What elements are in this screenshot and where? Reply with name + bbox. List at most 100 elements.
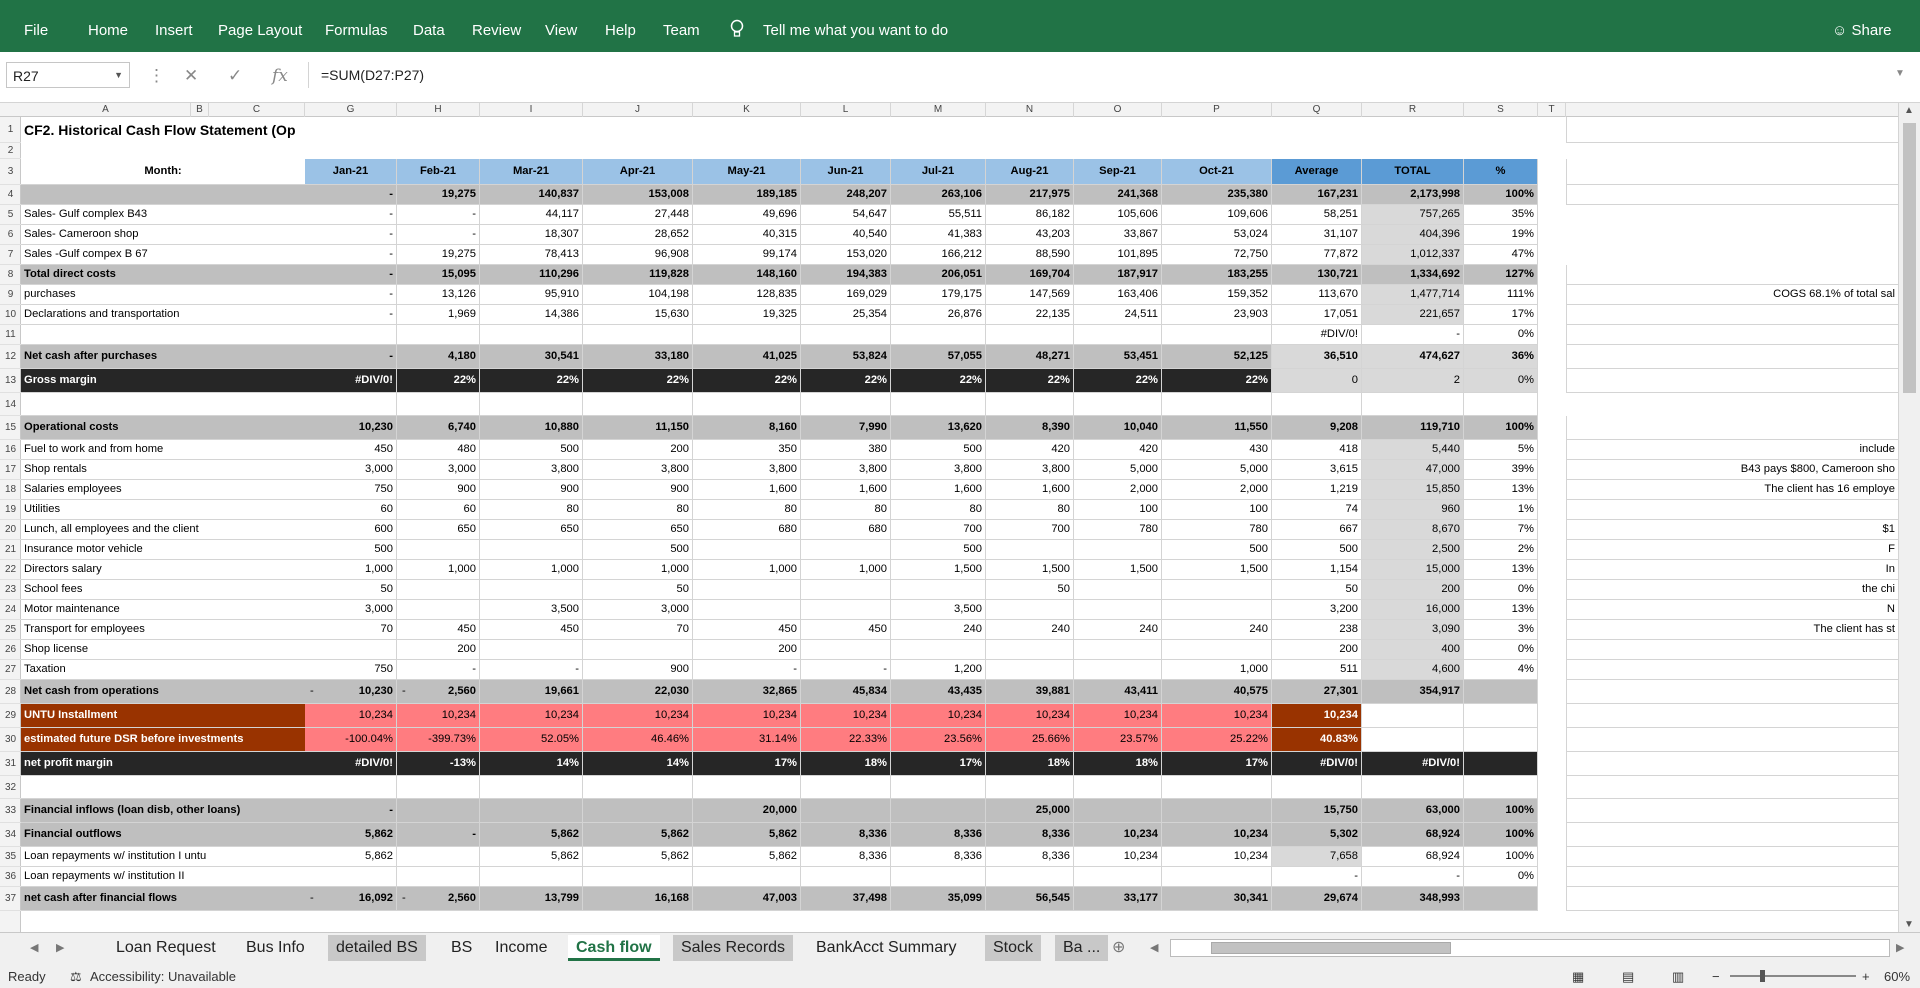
data-cell[interactable]: 1,600 (986, 480, 1074, 500)
data-cell[interactable]: 13,126 (397, 285, 480, 305)
data-cell[interactable]: 17,051 (1272, 305, 1362, 325)
data-cell[interactable] (1162, 580, 1272, 600)
note-cell[interactable]: $1 (1566, 520, 1898, 540)
data-cell[interactable]: 10,040 (1074, 416, 1162, 440)
data-cell[interactable]: 10,234 (891, 704, 986, 728)
data-cell[interactable]: 54,647 (801, 205, 891, 225)
tab-bs[interactable]: BS (443, 935, 480, 961)
row-label[interactable]: Gross margin (21, 369, 305, 393)
data-cell[interactable]: 147,569 (986, 285, 1074, 305)
data-cell[interactable] (891, 799, 986, 823)
row-header[interactable]: 21 (0, 540, 21, 560)
data-cell[interactable] (801, 640, 891, 660)
data-cell[interactable]: 10,234 (1074, 823, 1162, 847)
data-cell[interactable]: 37,498 (801, 887, 891, 911)
data-cell[interactable]: 183,255 (1162, 265, 1272, 285)
data-cell[interactable] (583, 325, 693, 345)
data-cell[interactable]: 750 (305, 480, 397, 500)
row-label[interactable]: Lunch, all employees and the client (21, 520, 305, 540)
data-cell[interactable] (801, 600, 891, 620)
data-cell[interactable]: 33,867 (1074, 225, 1162, 245)
data-cell[interactable]: 500 (1162, 540, 1272, 560)
data-cell[interactable]: 3,500 (891, 600, 986, 620)
note-cell[interactable] (1566, 887, 1898, 911)
data-cell[interactable]: 15,750 (1272, 799, 1362, 823)
data-cell[interactable]: 1,600 (801, 480, 891, 500)
row-header[interactable]: 36 (0, 867, 21, 887)
data-cell[interactable]: 1,200 (891, 660, 986, 680)
data-cell[interactable]: 10,234 (397, 704, 480, 728)
row-label[interactable]: Net cash from operations (21, 680, 305, 704)
data-cell[interactable]: - (801, 660, 891, 680)
data-cell[interactable]: 3,500 (480, 600, 583, 620)
data-cell[interactable]: 47,003 (693, 887, 801, 911)
data-cell[interactable]: 101,895 (1074, 245, 1162, 265)
menu-review[interactable]: Review (472, 22, 521, 39)
row-label[interactable]: Transport for employees (21, 620, 305, 640)
data-cell[interactable]: 1,000 (801, 560, 891, 580)
row-header[interactable]: 19 (0, 500, 21, 520)
data-cell[interactable]: 511 (1272, 660, 1362, 680)
tab-bankacct-summary[interactable]: BankAcct Summary (808, 935, 964, 961)
data-cell[interactable]: 189,185 (693, 185, 801, 205)
note-cell[interactable] (1566, 728, 1898, 752)
data-cell[interactable]: 25.22% (1162, 728, 1272, 752)
menu-view[interactable]: View (545, 22, 577, 39)
data-cell[interactable]: 95,910 (480, 285, 583, 305)
data-cell[interactable]: 50 (583, 580, 693, 600)
data-cell[interactable] (583, 640, 693, 660)
data-cell[interactable] (801, 393, 891, 416)
column-header[interactable]: M (891, 103, 986, 117)
data-cell[interactable] (1074, 393, 1162, 416)
data-cell[interactable]: 80 (480, 500, 583, 520)
data-cell[interactable]: 80 (891, 500, 986, 520)
data-cell[interactable]: 36,510 (1272, 345, 1362, 369)
hscroll-thumb[interactable] (1211, 942, 1451, 954)
data-cell[interactable]: 30,341 (1162, 887, 1272, 911)
data-cell[interactable]: 53,824 (801, 345, 891, 369)
data-cell[interactable]: 29,674 (1272, 887, 1362, 911)
data-cell[interactable]: - (305, 185, 397, 205)
data-cell[interactable]: 88,590 (986, 245, 1074, 265)
data-cell[interactable]: 5,862 (480, 823, 583, 847)
data-cell[interactable]: 26,876 (891, 305, 986, 325)
data-cell[interactable]: 474,627 (1362, 345, 1464, 369)
data-cell[interactable]: 17% (1162, 752, 1272, 776)
data-cell[interactable]: 127% (1464, 265, 1538, 285)
row-header[interactable]: 31 (0, 752, 21, 776)
data-cell[interactable]: 8,336 (891, 823, 986, 847)
data-cell[interactable] (1162, 776, 1272, 799)
data-cell[interactable]: 200 (583, 440, 693, 460)
row-header[interactable]: 9 (0, 285, 21, 305)
menu-home[interactable]: Home (88, 22, 128, 39)
row-label[interactable] (21, 776, 305, 799)
data-cell[interactable]: 1,219 (1272, 480, 1362, 500)
data-cell[interactable] (1362, 776, 1464, 799)
data-cell[interactable]: 200 (693, 640, 801, 660)
data-cell[interactable]: - (305, 305, 397, 325)
data-cell[interactable]: 7,990 (801, 416, 891, 440)
data-cell[interactable]: - (305, 285, 397, 305)
data-cell[interactable]: 100% (1464, 416, 1538, 440)
data-cell[interactable] (1464, 728, 1538, 752)
data-cell[interactable]: 187,917 (1074, 265, 1162, 285)
data-cell[interactable]: 16,168 (583, 887, 693, 911)
row-header[interactable]: 30 (0, 728, 21, 752)
data-cell[interactable]: 5,862 (583, 847, 693, 867)
data-cell[interactable]: 100% (1464, 823, 1538, 847)
row-header[interactable]: 25 (0, 620, 21, 640)
data-cell[interactable]: 8,336 (891, 847, 986, 867)
data-cell[interactable]: 18,307 (480, 225, 583, 245)
data-cell[interactable]: 19,325 (693, 305, 801, 325)
data-cell[interactable] (986, 393, 1074, 416)
data-cell[interactable]: 10,234 (801, 704, 891, 728)
data-cell[interactable]: 0% (1464, 640, 1538, 660)
column-header[interactable]: L (801, 103, 891, 117)
data-cell[interactable]: 32,865 (693, 680, 801, 704)
data-cell[interactable] (891, 867, 986, 887)
data-cell[interactable]: 15,095 (397, 265, 480, 285)
data-cell[interactable]: 240 (891, 620, 986, 640)
data-cell[interactable]: 0 (1272, 369, 1362, 393)
data-cell[interactable]: 77,872 (1272, 245, 1362, 265)
row-header[interactable]: 15 (0, 416, 21, 440)
